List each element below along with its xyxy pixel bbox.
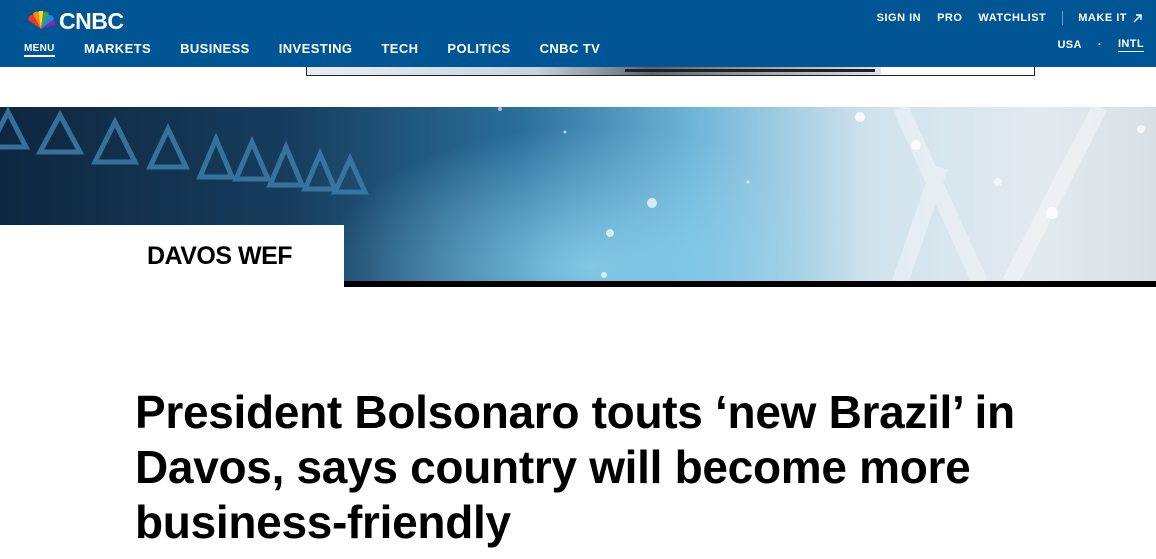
main-nav: MARKETS BUSINESS INVESTING TECH POLITICS… [84,41,629,56]
advertisement-stripe [625,69,875,72]
utility-divider [1062,11,1064,25]
region-intl[interactable]: INTL [1117,38,1144,52]
utility-nav: SIGN IN PRO WATCHLIST MAKE IT [877,11,1156,25]
nav-item-tech[interactable]: TECH [381,41,418,56]
nav-item-cnbc-tv[interactable]: CNBC TV [540,41,601,56]
nav-item-business[interactable]: BUSINESS [180,41,250,56]
nav-item-politics[interactable]: POLITICS [447,41,510,56]
site-header: CNBC MENU MARKETS BUSINESS INVESTING TEC… [0,0,1156,67]
cnbc-logo[interactable]: CNBC [25,8,124,34]
advertisement-frame[interactable] [306,67,1035,76]
watchlist-link[interactable]: WATCHLIST [978,12,1046,24]
pro-link[interactable]: PRO [937,12,962,24]
article-headline: President Bolsonaro touts ‘new Brazil’ i… [135,386,1015,548]
section-label[interactable]: DAVOS WEF [147,241,293,271]
region-usa[interactable]: USA [1057,39,1081,51]
nav-item-markets[interactable]: MARKETS [84,41,151,56]
sign-in-link[interactable]: SIGN IN [877,12,921,24]
make-it-label: MAKE IT [1078,12,1127,24]
region-switcher: USA · INTL [1057,38,1144,52]
make-it-link[interactable]: MAKE IT [1078,12,1142,24]
nav-item-investing[interactable]: INVESTING [279,41,353,56]
external-arrow-icon [1133,13,1142,22]
menu-button[interactable]: MENU [24,43,55,57]
brand-wordmark: CNBC [59,8,124,34]
region-separator: · [1097,39,1102,51]
peacock-icon [27,11,56,29]
